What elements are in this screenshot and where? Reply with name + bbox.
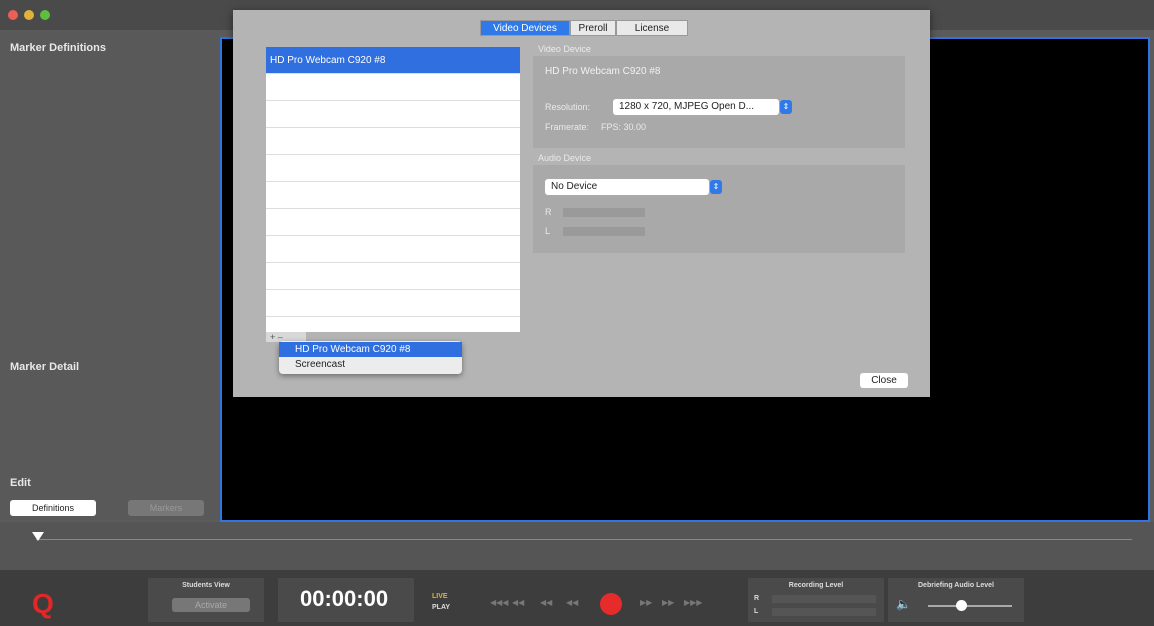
timeline-scrubber[interactable] <box>0 522 1154 570</box>
record-button[interactable] <box>600 593 622 615</box>
recording-level-label: Recording Level <box>788 582 844 589</box>
debriefing-audio-label: Debriefing Audio Level <box>918 582 994 589</box>
timecode-panel: 00:00:00 <box>278 578 414 622</box>
add-device-menu: HD Pro Webcam C920 #8 Screencast <box>279 341 462 374</box>
playhead-handle[interactable] <box>32 532 44 541</box>
rewind-fast-icon[interactable]: ◀◀ <box>512 598 524 607</box>
step-back-icon[interactable]: ◀◀ <box>566 598 578 607</box>
recording-meter-l <box>772 608 876 616</box>
debriefing-audio-panel: Debriefing Audio Level 🔈 <box>888 578 1024 622</box>
video-device-name: HD Pro Webcam C920 #8 <box>545 66 661 77</box>
resolution-label: Resolution: <box>545 102 591 112</box>
students-view-label: Students View <box>182 582 230 589</box>
recording-meter-l-label: L <box>754 608 759 615</box>
play-label[interactable]: PLAY <box>432 604 450 611</box>
audio-meter-l <box>563 227 645 236</box>
video-device-group: HD Pro Webcam C920 #8 Resolution: 1280 x… <box>533 56 905 148</box>
menu-item-screencast[interactable]: Screencast <box>279 357 462 372</box>
device-list-empty-row <box>266 101 520 128</box>
audio-device-select[interactable]: No Device <box>545 179 709 195</box>
debriefing-volume-knob[interactable] <box>956 600 967 611</box>
device-list-empty-row <box>266 128 520 155</box>
audio-meter-r <box>563 208 645 217</box>
step-forward-icon[interactable]: ▶▶ <box>640 598 652 607</box>
audio-meter-l-label: L <box>545 226 551 236</box>
speaker-mute-icon[interactable]: 🔈 <box>896 597 911 611</box>
device-list: HD Pro Webcam C920 #8 <box>266 47 520 332</box>
audio-device-heading: Audio Device <box>538 153 592 163</box>
activate-button[interactable]: Activate <box>172 598 250 612</box>
audio-device-group: No Device ⇕ R L <box>533 165 905 253</box>
resolution-select[interactable]: 1280 x 720, MJPEG Open D... <box>613 99 779 115</box>
settings-dialog: Video Devices Preroll License HD Pro Web… <box>233 10 930 397</box>
framerate-label: Framerate: <box>545 122 590 132</box>
audio-meter-r-label: R <box>545 207 552 217</box>
zoom-window-icon[interactable] <box>40 10 50 20</box>
close-button[interactable]: Close <box>860 373 908 388</box>
tab-video-devices[interactable]: Video Devices <box>480 20 570 36</box>
skip-to-end-icon[interactable]: ▶▶▶ <box>684 598 702 607</box>
live-label[interactable]: LIVE <box>432 593 448 600</box>
menu-item-webcam[interactable]: HD Pro Webcam C920 #8 <box>279 342 462 357</box>
marker-detail-heading: Marker Detail <box>10 361 80 373</box>
recording-meter-r-label: R <box>754 595 760 602</box>
edit-heading: Edit <box>10 477 31 489</box>
fast-forward-icon[interactable]: ▶▶ <box>662 598 674 607</box>
device-list-empty-row <box>266 74 520 101</box>
definitions-button[interactable]: Definitions <box>10 500 96 516</box>
chevron-updown-icon[interactable]: ⇕ <box>710 180 722 194</box>
timeline-track <box>36 539 1132 540</box>
timecode: 00:00:00 <box>300 586 389 611</box>
chevron-updown-icon[interactable]: ⇕ <box>780 100 792 114</box>
skip-to-start-icon[interactable]: ◀◀◀ <box>490 598 508 607</box>
device-list-empty-row <box>266 182 520 209</box>
tab-license[interactable]: License <box>616 20 688 36</box>
recording-level-panel: Recording Level R L <box>748 578 884 622</box>
app-logo: Q <box>32 588 54 619</box>
rewind-icon[interactable]: ◀◀ <box>540 598 552 607</box>
debriefing-volume-slider[interactable] <box>928 605 1012 607</box>
students-view-panel: Students View Activate <box>148 578 264 622</box>
minimize-window-icon[interactable] <box>24 10 34 20</box>
recording-meter-r <box>772 595 876 603</box>
close-window-icon[interactable] <box>8 10 18 20</box>
framerate-value: FPS: 30.00 <box>601 122 647 132</box>
marker-definitions-heading: Marker Definitions <box>10 42 106 54</box>
markers-button[interactable]: Markers <box>128 500 204 516</box>
tab-preroll[interactable]: Preroll <box>570 20 616 36</box>
device-list-empty-row <box>266 263 520 290</box>
device-list-empty-row <box>266 155 520 182</box>
sidebar: Marker Definitions Marker Detail Edit De… <box>0 30 220 520</box>
device-list-empty-row <box>266 290 520 317</box>
device-list-item[interactable]: HD Pro Webcam C920 #8 <box>266 47 520 74</box>
device-list-empty-row <box>266 209 520 236</box>
device-list-empty-row <box>266 236 520 263</box>
video-device-heading: Video Device <box>538 44 591 54</box>
